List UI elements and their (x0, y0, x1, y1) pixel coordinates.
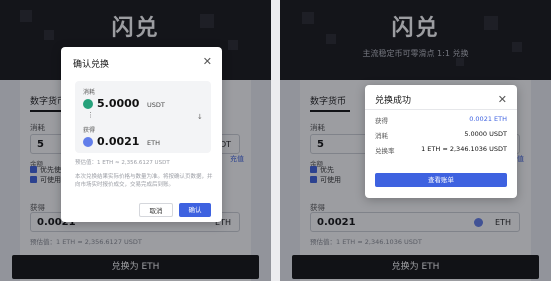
success-modal: 兑换成功 ✕ 获得 0.0021 ETH 消耗 5.0000 USDT 兑换率 … (365, 85, 517, 198)
view-bill-button[interactable]: 查看账单 (375, 173, 507, 187)
close-icon[interactable]: ✕ (203, 55, 212, 68)
summary-receive-unit: ETH (147, 139, 160, 147)
summary-receive-amount: 0.0021 (97, 135, 140, 148)
row-receive-value: 0.0021 ETH (469, 115, 507, 123)
row-receive-label: 获得 (375, 117, 388, 125)
exchange-summary-box: 消耗 5.0000 USDT ⋮ ↓ 获得 0.0021 ETH (75, 81, 211, 153)
modal-note: 本次兑换结果实际价格与数量为准。将按确认页数据，并向市场实时报价成交，交易完成后… (75, 174, 213, 188)
summary-pay-label: 消耗 (83, 89, 96, 96)
row-rate-value: 1 ETH ≈ 2,346.1036 USDT (421, 145, 507, 153)
usdt-coin-icon (83, 99, 93, 109)
row-pay-label: 消耗 (375, 132, 388, 140)
modal-rate-text: 预估值：1 ETH ≈ 2,356.6127 USDT (75, 160, 170, 166)
row-pay-value: 5.0000 USDT (464, 130, 507, 138)
confirm-modal: 确认兑换 ✕ 消耗 5.0000 USDT ⋮ ↓ 获得 0.0021 ETH … (61, 47, 222, 222)
row-rate-label: 兑换率 (375, 147, 395, 155)
summary-pay-unit: USDT (147, 101, 165, 109)
cancel-button[interactable]: 取消 (139, 203, 173, 217)
modal-title: 确认兑换 (73, 60, 110, 70)
close-icon[interactable]: ✕ (498, 93, 507, 106)
eth-coin-icon (83, 137, 93, 147)
screenshot-composite: 闪兑 主流稳定币可零滑点 1:1 兑换 数字货币 消耗 5 DT 余额 优先使用… (0, 0, 551, 281)
confirm-exchange-screen: 闪兑 主流稳定币可零滑点 1:1 兑换 数字货币 消耗 5 DT 余额 优先使用… (0, 0, 271, 281)
summary-pay-amount: 5.0000 (97, 97, 140, 110)
modal-divider (365, 109, 517, 110)
exchange-success-screen: 闪兑 主流稳定币可零滑点 1:1 兑换 数字货币 消耗 5 DT 余额 优先 可… (280, 0, 551, 281)
modal-title: 兑换成功 (375, 96, 412, 106)
dotted-connector: ⋮ (87, 111, 94, 119)
confirm-button[interactable]: 确认 (179, 203, 211, 217)
arrow-down-icon: ↓ (197, 113, 203, 121)
summary-receive-label: 获得 (83, 127, 96, 134)
